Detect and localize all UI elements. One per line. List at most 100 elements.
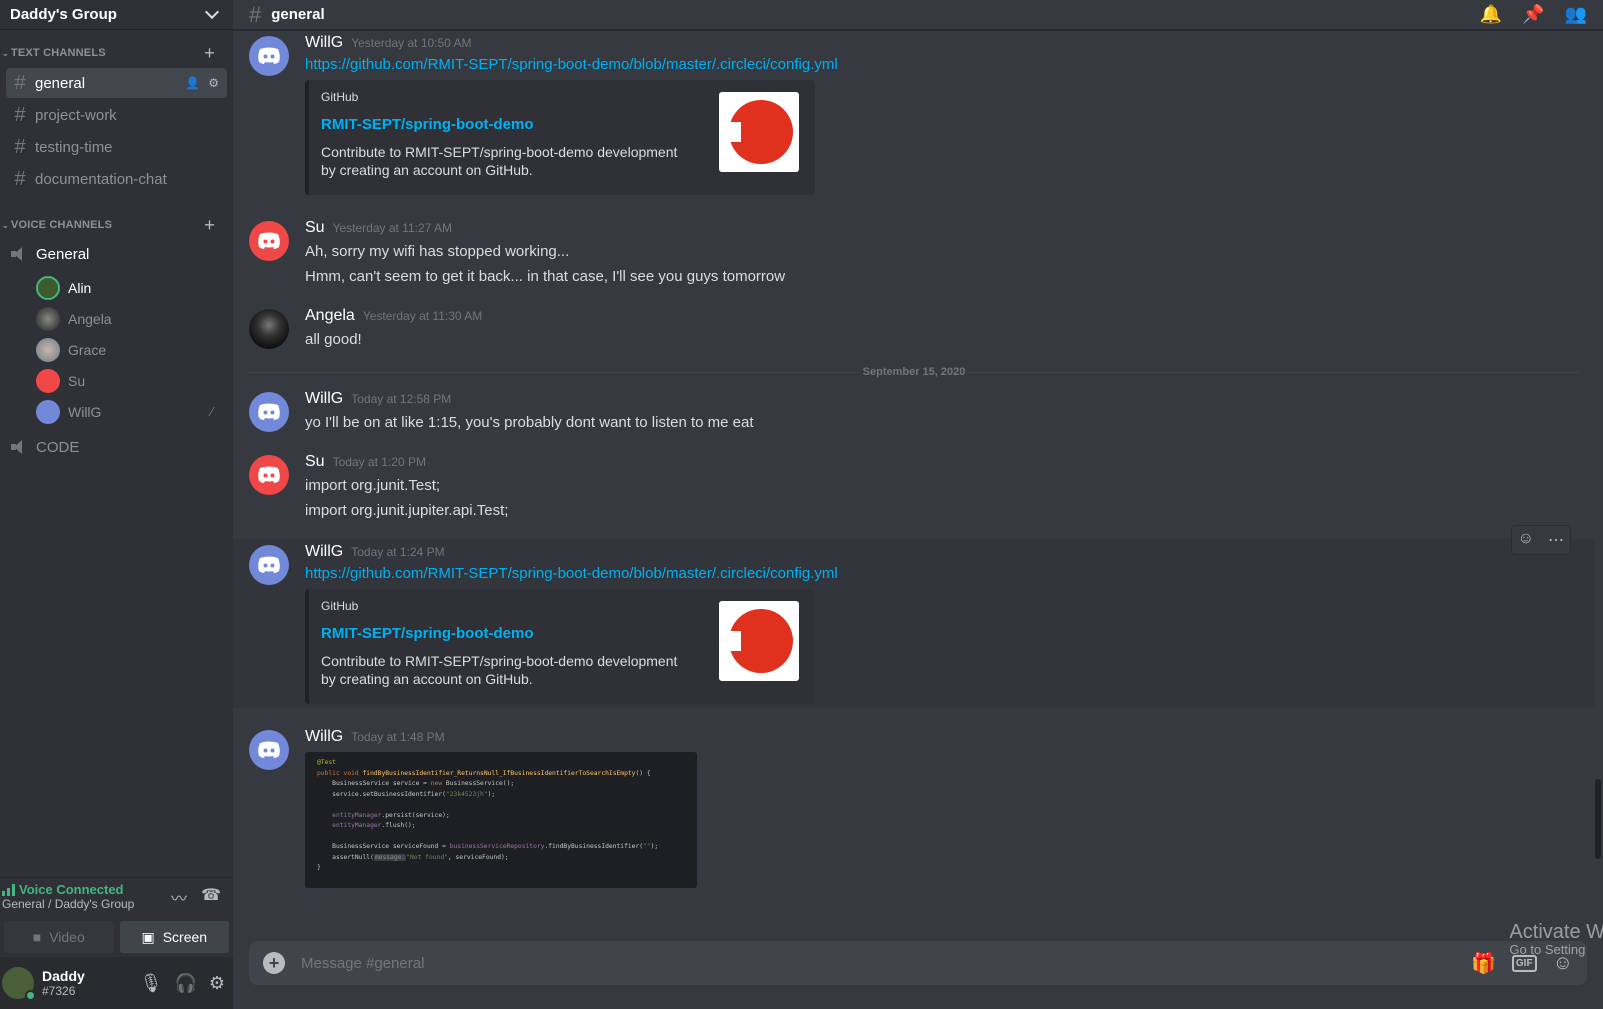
message-text: all good!: [305, 331, 362, 348]
member-name: Angela: [68, 310, 112, 327]
add-channel-icon[interactable]: +: [204, 215, 215, 236]
discord-icon: [258, 232, 280, 249]
avatar[interactable]: [249, 36, 289, 76]
upload-plus-icon[interactable]: +: [263, 952, 285, 974]
camera-icon: ■: [32, 929, 42, 945]
avatar: [36, 368, 60, 393]
voice-connection-panel: Voice Connected General / Daddy's Group …: [0, 877, 233, 957]
embed-thumbnail[interactable]: [719, 601, 799, 681]
screen-share-button[interactable]: ▣ Screen: [119, 921, 229, 953]
message-input[interactable]: [301, 954, 1471, 972]
message-list: WillG Yesterday at 10:50 AM https://githu…: [233, 30, 1603, 1009]
channel-title: general: [271, 6, 325, 23]
add-channel-icon[interactable]: +: [204, 43, 215, 64]
more-options-icon[interactable]: ⋯: [1548, 530, 1564, 550]
message-text: import org.junit.Test;: [305, 477, 441, 494]
text-channels-category[interactable]: ⌄ TEXT CHANNELS +: [0, 43, 233, 64]
channel-header: # general 🔔 📌 👥: [233, 0, 1603, 30]
channel-label: testing-time: [35, 138, 113, 156]
message-author[interactable]: Su: [305, 219, 325, 237]
date-divider: September 15, 2020: [249, 366, 1580, 378]
avatar[interactable]: [249, 221, 289, 261]
speaker-icon: [10, 246, 28, 262]
voice-member-su[interactable]: Su: [36, 365, 233, 396]
message-author[interactable]: WillG: [305, 543, 343, 561]
embed-title[interactable]: RMIT-SEPT/spring-boot-demo: [321, 116, 691, 133]
voice-channels-category[interactable]: ⌄ VOICE CHANNELS +: [0, 215, 233, 236]
message-link[interactable]: https://github.com/RMIT-SEPT/spring-boot…: [305, 563, 1579, 585]
voice-location: General / Daddy's Group: [2, 897, 135, 911]
message-actions: ☺ ⋯: [1510, 525, 1571, 555]
voice-channel-label: CODE: [36, 438, 80, 456]
microphone-icon[interactable]: 🎙: [140, 973, 163, 994]
gear-icon[interactable]: ⚙: [208, 76, 219, 90]
message-author[interactable]: WillG: [305, 728, 343, 746]
embed-provider: GitHub: [321, 599, 359, 613]
user-tag: #7326: [42, 984, 76, 998]
message-text: yo I'll be on at like 1:15, you's probab…: [305, 414, 754, 431]
headphones-icon[interactable]: 🎧: [174, 973, 196, 994]
guild-name: Daddy's Group: [10, 6, 117, 23]
voice-member-grace[interactable]: Grace: [36, 334, 233, 365]
category-label: VOICE CHANNELS: [10, 219, 113, 231]
channel-general[interactable]: # general 👤 ⚙: [6, 68, 227, 98]
avatar[interactable]: [2, 967, 36, 1001]
embed-thumbnail[interactable]: [719, 92, 799, 172]
message-text: Ah, sorry my wifi has stopped working...: [305, 243, 570, 260]
channel-label: documentation-chat: [35, 170, 167, 188]
message: WillG Today at 12:58 PM yo I'll be on at …: [233, 388, 1595, 437]
message-link[interactable]: https://github.com/RMIT-SEPT/spring-boot…: [305, 54, 1579, 76]
video-button[interactable]: ■ Video: [4, 921, 114, 953]
avatar[interactable]: [249, 730, 289, 770]
username: Daddy: [42, 968, 85, 984]
invite-icon[interactable]: 👤: [185, 76, 200, 90]
message-author[interactable]: Angela: [305, 307, 355, 325]
code-screenshot-attachment[interactable]: @Test public void findByBusinessIdentifi…: [305, 752, 697, 888]
noise-suppression-icon[interactable]: 〰: [171, 885, 187, 909]
channel-documentation-chat[interactable]: # documentation-chat: [6, 164, 227, 194]
scrollbar-thumb[interactable]: [1595, 779, 1601, 859]
voice-status[interactable]: Voice Connected: [2, 882, 134, 897]
disconnect-icon[interactable]: ☎: [201, 885, 221, 909]
member-name: Alin: [68, 279, 92, 296]
voice-channel-code[interactable]: CODE: [6, 431, 227, 463]
speaker-icon: [10, 439, 28, 455]
gear-icon[interactable]: ⚙: [209, 973, 225, 994]
windows-activation-watermark: Activate W Go to Setting: [1509, 921, 1603, 957]
add-reaction-icon[interactable]: ☺: [1518, 530, 1534, 550]
category-label: TEXT CHANNELS: [10, 47, 106, 59]
chevron-down-icon[interactable]: [204, 4, 220, 20]
avatar[interactable]: [249, 545, 289, 585]
message-author[interactable]: WillG: [305, 390, 343, 408]
message-author[interactable]: WillG: [305, 34, 343, 52]
message: WillG Today at 1:48 PM @Test public void …: [233, 726, 1595, 890]
message-timestamp: Yesterday at 11:27 AM: [332, 221, 452, 235]
bell-icon[interactable]: 🔔: [1480, 4, 1502, 25]
channel-project-work[interactable]: # project-work: [6, 100, 227, 130]
avatar[interactable]: [249, 392, 289, 432]
gif-icon[interactable]: GIF: [1511, 954, 1537, 972]
discord-icon: [258, 466, 280, 483]
voice-member-willg[interactable]: WillG ⁄: [36, 396, 233, 427]
message: ☺ ⋯ WillG Today at 1:24 PM https://github…: [233, 525, 1595, 708]
message-text: Hmm, can't seem to get it back... in tha…: [305, 268, 786, 285]
link-embed: GitHub RMIT-SEPT/spring-boot-demo Contri…: [305, 589, 815, 704]
guild-header[interactable]: Daddy's Group: [0, 0, 233, 30]
message: WillG Yesterday at 10:50 AM https://githu…: [233, 30, 1595, 197]
voice-channel-general[interactable]: General: [6, 238, 227, 270]
avatar[interactable]: [249, 455, 289, 495]
member-name: Grace: [68, 341, 107, 358]
members-icon[interactable]: 👥: [1565, 4, 1587, 25]
scrollbar[interactable]: [1595, 30, 1601, 1009]
channel-testing-time[interactable]: # testing-time: [6, 132, 227, 162]
hash-icon: #: [14, 71, 26, 94]
embed-title[interactable]: RMIT-SEPT/spring-boot-demo: [321, 625, 691, 642]
gift-icon[interactable]: 🎁: [1471, 951, 1496, 976]
avatar[interactable]: [249, 309, 289, 349]
voice-member-angela[interactable]: Angela: [36, 303, 233, 334]
message-timestamp: Today at 1:48 PM: [351, 730, 445, 744]
caret-down-icon: ⌄: [2, 49, 9, 58]
voice-member-alin[interactable]: Alin: [36, 272, 233, 303]
message-author[interactable]: Su: [305, 453, 325, 471]
pin-icon[interactable]: 📌: [1522, 4, 1544, 25]
